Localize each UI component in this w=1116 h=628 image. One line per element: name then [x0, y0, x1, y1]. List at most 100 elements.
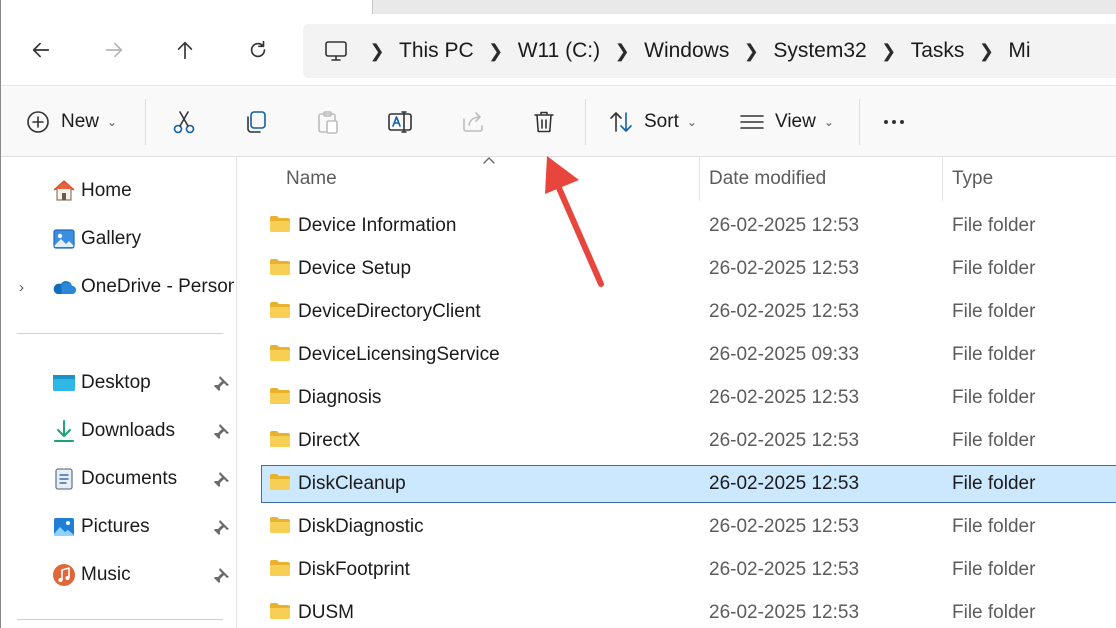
- sidebar-item-label: Gallery: [81, 228, 142, 249]
- breadcrumb-current[interactable]: Mi: [1008, 39, 1030, 63]
- file-row[interactable]: Device Setup 26-02-2025 12:53 File folder: [261, 250, 1116, 288]
- breadcrumb-drive[interactable]: W11 (C:): [518, 39, 600, 63]
- file-date-modified: 26-02-2025 12:53: [709, 559, 860, 580]
- pin-icon[interactable]: [213, 374, 231, 392]
- navigation-bar: ❯ This PC ❯ W11 (C:) ❯ Windows ❯ System3…: [1, 14, 1116, 86]
- chevron-right-icon[interactable]: ❯: [729, 41, 773, 62]
- file-row[interactable]: DiskFootprint 26-02-2025 12:53 File folder: [261, 551, 1116, 589]
- file-name: DirectX: [298, 430, 361, 451]
- chevron-right-icon[interactable]: ❯: [355, 41, 399, 62]
- breadcrumb-windows[interactable]: Windows: [644, 39, 729, 63]
- pin-icon[interactable]: [213, 422, 231, 440]
- sidebar-item-pictures[interactable]: Pictures: [1, 507, 237, 547]
- file-row[interactable]: DirectX 26-02-2025 12:53 File folder: [261, 422, 1116, 460]
- view-list-icon: [740, 115, 764, 129]
- chevron-right-icon[interactable]: ›: [19, 279, 24, 296]
- share-icon: [463, 112, 483, 132]
- rename-button[interactable]: [387, 101, 413, 143]
- copy-button[interactable]: [243, 101, 269, 143]
- sidebar-item-home[interactable]: Home: [1, 171, 237, 211]
- file-row[interactable]: DUSM 26-02-2025 12:53 File folder: [261, 594, 1116, 628]
- toolbar-divider: [585, 99, 586, 145]
- cut-button[interactable]: [171, 101, 197, 143]
- sidebar-item-label: Desktop: [81, 372, 151, 393]
- breadcrumb-this-pc[interactable]: This PC: [399, 39, 474, 63]
- sort-button[interactable]: Sort ⌄: [608, 101, 697, 143]
- file-type: File folder: [952, 473, 1036, 494]
- forward-button[interactable]: [92, 30, 136, 70]
- see-more-button[interactable]: [881, 101, 907, 143]
- chevron-right-icon[interactable]: ❯: [600, 41, 644, 62]
- onedrive-icon: [53, 281, 76, 294]
- column-divider[interactable]: [699, 157, 700, 201]
- sort-label: Sort: [644, 111, 679, 132]
- refresh-button[interactable]: [236, 30, 280, 70]
- folder-icon: [270, 517, 290, 533]
- copy-icon: [247, 111, 266, 133]
- folder-icon: [270, 603, 290, 619]
- file-name: Device Setup: [298, 258, 412, 279]
- file-name: Device Information: [298, 215, 457, 236]
- pin-icon[interactable]: [213, 566, 231, 584]
- file-row[interactable]: DiskCleanup 26-02-2025 12:53 File folder: [261, 465, 1116, 503]
- sidebar-item-desktop[interactable]: Desktop: [1, 363, 237, 403]
- column-divider[interactable]: [942, 157, 943, 201]
- delete-button[interactable]: [531, 101, 557, 143]
- file-name: DiskCleanup: [298, 473, 406, 494]
- file-name: DeviceDirectoryClient: [298, 301, 481, 322]
- command-bar: New ⌄ Sort ⌄ View ⌄: [1, 87, 1116, 157]
- pin-icon[interactable]: [213, 470, 231, 488]
- folder-icon: [270, 388, 290, 404]
- chevron-down-icon: ⌄: [823, 115, 834, 129]
- file-date-modified: 26-02-2025 12:53: [709, 516, 860, 537]
- sidebar-item-downloads[interactable]: Downloads: [1, 411, 237, 451]
- file-name: DeviceLicensingService: [298, 344, 500, 365]
- chevron-right-icon[interactable]: ❯: [474, 41, 518, 62]
- column-header-name[interactable]: Name: [286, 157, 337, 201]
- breadcrumb-system32[interactable]: System32: [773, 39, 866, 63]
- new-button[interactable]: New ⌄: [25, 101, 117, 143]
- up-button[interactable]: [163, 30, 207, 70]
- back-arrow-icon: [32, 42, 50, 58]
- paste-button[interactable]: [315, 101, 341, 143]
- sidebar-item-gallery[interactable]: Gallery: [1, 219, 237, 259]
- file-list: Name Date modified Type Device Informati…: [238, 157, 1116, 628]
- breadcrumb-tasks[interactable]: Tasks: [911, 39, 965, 63]
- forward-arrow-icon: [105, 42, 123, 58]
- folder-icon: [270, 259, 290, 275]
- file-row[interactable]: Diagnosis 26-02-2025 12:53 File folder: [261, 379, 1116, 417]
- file-date-modified: 26-02-2025 12:53: [709, 473, 860, 494]
- sidebar-item-label: OneDrive - Personal: [81, 276, 234, 297]
- share-button[interactable]: [460, 101, 486, 143]
- rename-icon: [388, 111, 412, 133]
- sidebar-item-onedrive[interactable]: › OneDrive - Personal: [1, 267, 237, 307]
- column-header-type[interactable]: Type: [952, 157, 993, 201]
- file-type: File folder: [952, 301, 1036, 322]
- file-row[interactable]: DeviceDirectoryClient 26-02-2025 12:53 Fil…: [261, 293, 1116, 331]
- sidebar-item-music[interactable]: Music: [1, 555, 237, 595]
- back-button[interactable]: [19, 30, 63, 70]
- file-row[interactable]: DeviceLicensingService 26-02-2025 09:33 Fi…: [261, 336, 1116, 374]
- view-button[interactable]: View ⌄: [739, 101, 834, 143]
- home-icon: [53, 180, 75, 201]
- column-header-date-modified[interactable]: Date modified: [709, 157, 826, 201]
- file-row[interactable]: DiskDiagnostic 26-02-2025 12:53 File folde…: [261, 508, 1116, 546]
- file-date-modified: 26-02-2025 12:53: [709, 301, 860, 322]
- view-label: View: [775, 111, 816, 132]
- file-type: File folder: [952, 387, 1036, 408]
- this-pc-icon: [325, 41, 347, 61]
- chevron-right-icon[interactable]: ❯: [964, 41, 1008, 62]
- address-bar[interactable]: ❯ This PC ❯ W11 (C:) ❯ Windows ❯ System3…: [303, 24, 1116, 78]
- file-type: File folder: [952, 516, 1036, 537]
- tab-strip: [1, 0, 1116, 14]
- file-row[interactable]: Device Information 26-02-2025 12:53 File f…: [261, 207, 1116, 245]
- active-tab[interactable]: [1, 0, 373, 14]
- file-explorer-window: ❯ This PC ❯ W11 (C:) ❯ Windows ❯ System3…: [0, 0, 1116, 628]
- pin-icon[interactable]: [213, 518, 231, 536]
- folder-icon: [270, 345, 290, 361]
- file-date-modified: 26-02-2025 12:53: [709, 258, 860, 279]
- sidebar-item-documents[interactable]: Documents: [1, 459, 237, 499]
- folder-icon: [270, 216, 290, 232]
- sidebar-divider: [17, 619, 223, 620]
- chevron-right-icon[interactable]: ❯: [867, 41, 911, 62]
